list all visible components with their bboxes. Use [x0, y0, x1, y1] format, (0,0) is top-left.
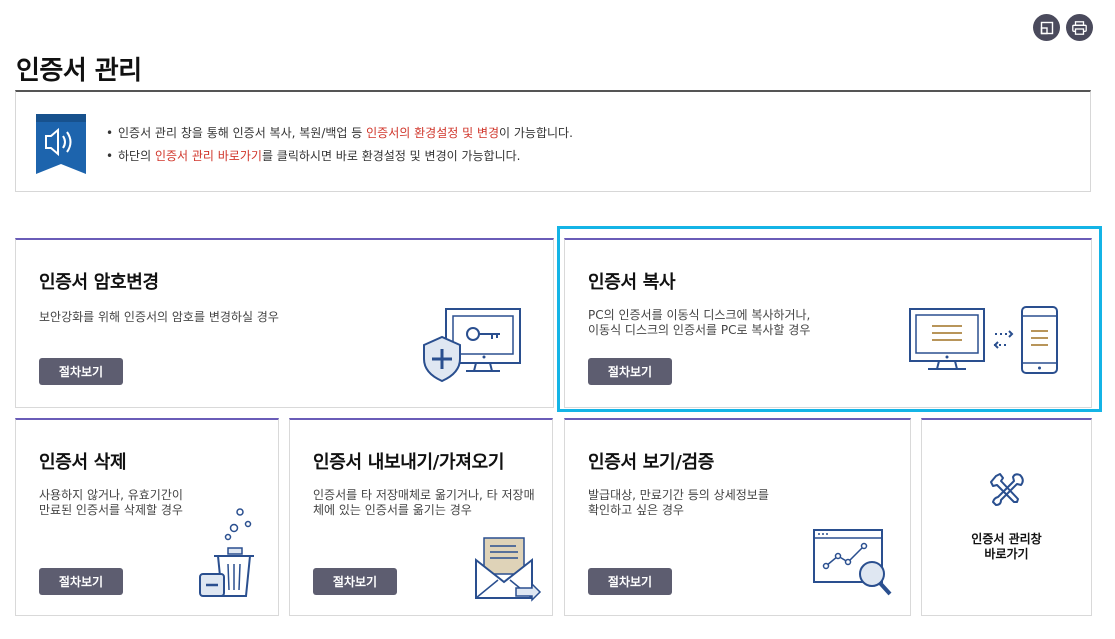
card-certificate-copy: 인증서 복사 PC의 인증서를 이동식 디스크에 복사하거나, 이동식 디스크의…	[564, 238, 1092, 408]
info-highlight-shortcut: 인증서 관리 바로가기	[154, 149, 262, 163]
info-text: • 인증서 관리 창을 통해 인증서 복사, 복원/백업 등 인증서의 환경설정 …	[106, 122, 573, 168]
page-title: 인증서 관리	[16, 56, 142, 86]
trash-bin-icon	[199, 508, 254, 597]
procedure-button-password[interactable]: 절차보기	[39, 358, 123, 385]
card-description: 인증서를 타 저장매체로 옮기거나, 타 저장매 체에 있는 인증서를 옮기는 …	[313, 488, 535, 517]
procedure-button-delete[interactable]: 절차보기	[39, 568, 123, 595]
speaker-notice-icon	[36, 114, 86, 174]
info-box: • 인증서 관리 창을 통해 인증서 복사, 복원/백업 등 인증서의 환경설정 …	[15, 90, 1091, 192]
card-description: 발급대상, 만료기간 등의 상세정보를 확인하고 싶은 경우	[588, 488, 769, 517]
card-title: 인증서 보기/검증	[588, 452, 715, 473]
monitor-key-shield-icon	[423, 308, 521, 383]
card-password-change: 인증서 암호변경 보안강화를 위해 인증서의 암호를 변경하실 경우 절차보기	[15, 238, 554, 408]
tools-icon	[990, 473, 1024, 506]
info-line-1: • 인증서 관리 창을 통해 인증서 복사, 복원/백업 등 인증서의 환경설정 …	[106, 126, 573, 140]
chart-magnifier-icon	[813, 529, 892, 596]
info-highlight-settings: 인증서의 환경설정 및 변경	[366, 126, 500, 140]
shortcut-label: 인증서 관리창 바로가기	[971, 532, 1042, 561]
procedure-button-export[interactable]: 절차보기	[313, 568, 397, 595]
printer-icon	[1072, 20, 1087, 35]
certificate-manager-shortcut[interactable]: 인증서 관리창 바로가기	[921, 418, 1092, 616]
expand-window-button[interactable]	[1033, 14, 1060, 41]
card-description: 사용하지 않거나, 유효기간이 만료된 인증서를 삭제할 경우	[39, 488, 183, 517]
card-certificate-delete: 인증서 삭제 사용하지 않거나, 유효기간이 만료된 인증서를 삭제할 경우 절…	[15, 418, 279, 616]
card-description: 보안강화를 위해 인증서의 암호를 변경하실 경우	[39, 310, 279, 324]
card-title: 인증서 암호변경	[39, 272, 159, 293]
card-certificate-export-import: 인증서 내보내기/가져오기 인증서를 타 저장매체로 옮기거나, 타 저장매 체…	[289, 418, 553, 616]
expand-window-icon	[1040, 21, 1053, 34]
print-button[interactable]	[1066, 14, 1093, 41]
card-title: 인증서 복사	[588, 272, 676, 293]
envelope-export-icon	[475, 537, 542, 602]
procedure-button-view[interactable]: 절차보기	[588, 568, 672, 595]
card-certificate-view-verify: 인증서 보기/검증 발급대상, 만료기간 등의 상세정보를 확인하고 싶은 경우…	[564, 418, 911, 616]
info-line-2: • 하단의 인증서 관리 바로가기를 클릭하시면 바로 환경설정 및 변경이 가능…	[106, 149, 521, 163]
procedure-button-copy[interactable]: 절차보기	[588, 358, 672, 385]
card-description: PC의 인증서를 이동식 디스크에 복사하거나, 이동식 디스크의 인증서를 P…	[588, 308, 811, 337]
pc-to-phone-transfer-icon	[909, 306, 1058, 374]
card-title: 인증서 내보내기/가져오기	[313, 452, 505, 473]
card-title: 인증서 삭제	[39, 452, 127, 473]
